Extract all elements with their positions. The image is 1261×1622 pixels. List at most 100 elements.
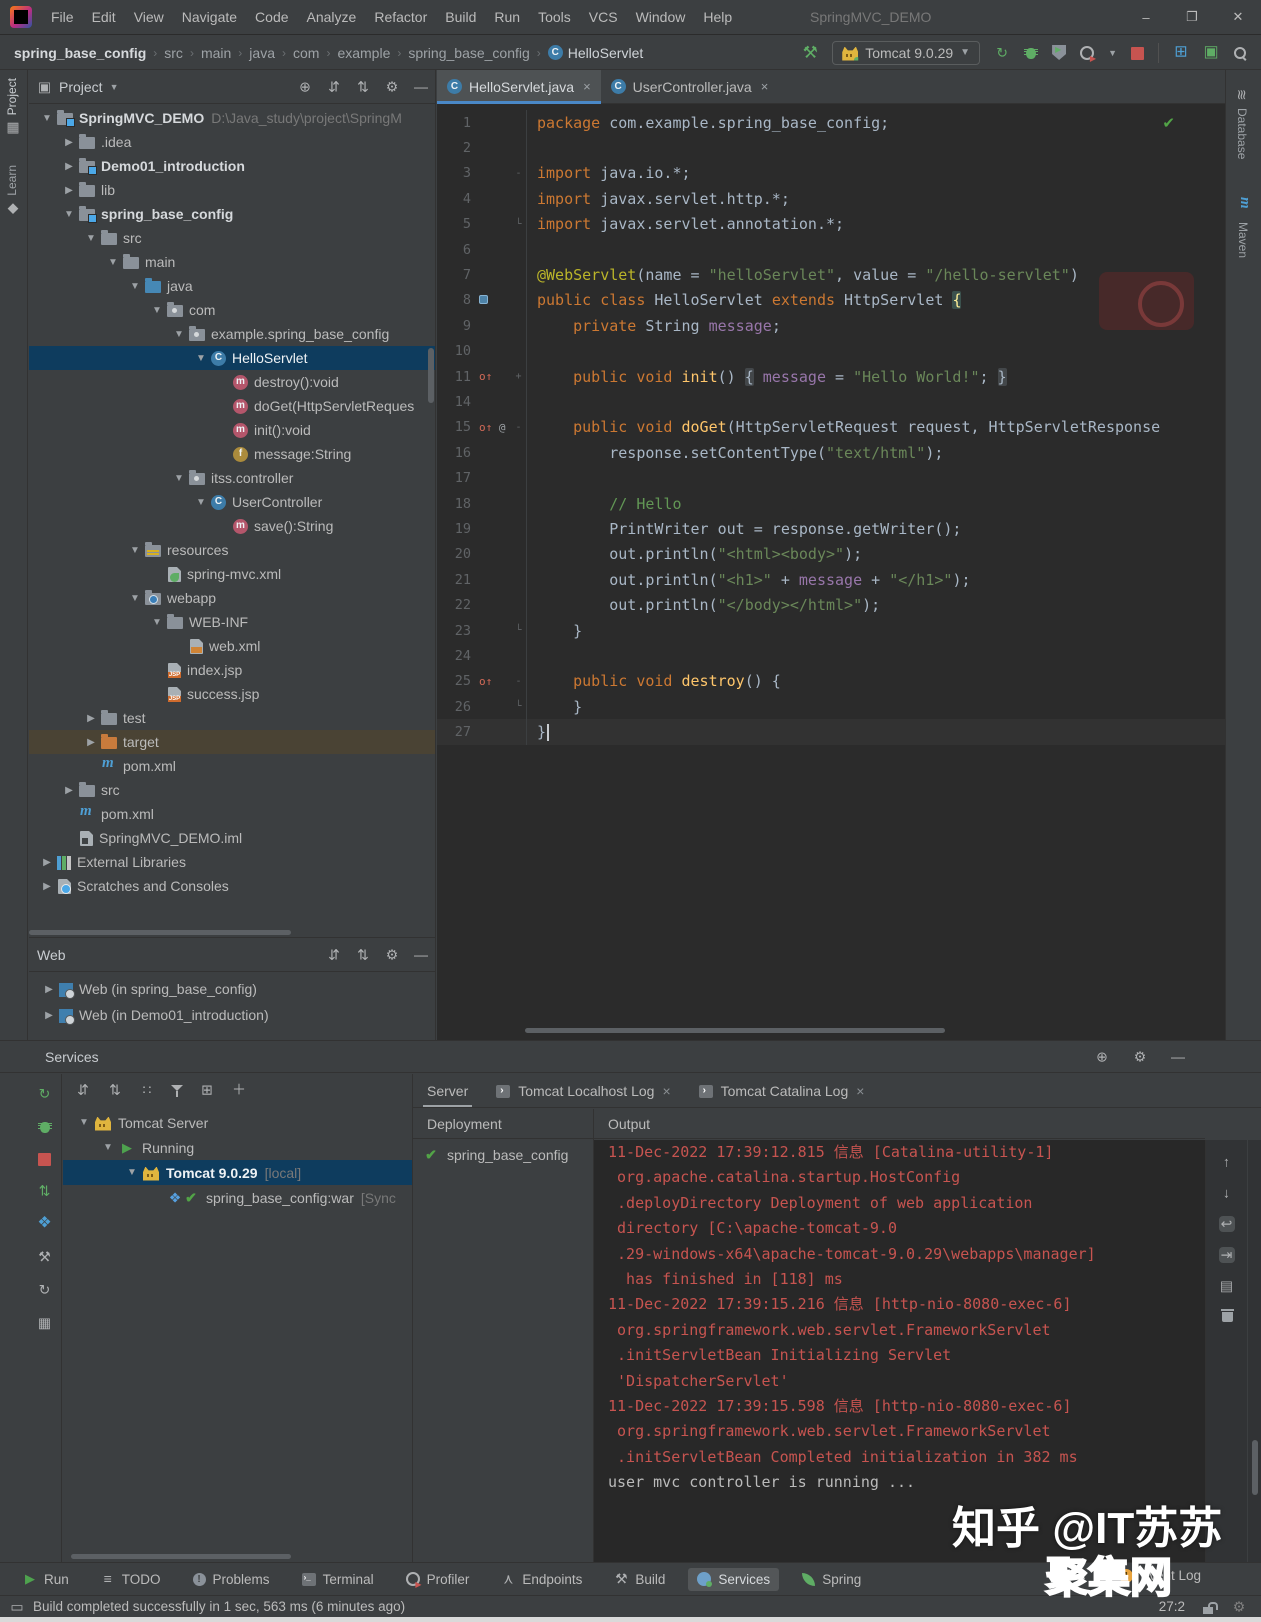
chevron-down-icon[interactable]: ▼ xyxy=(103,257,123,268)
chevron-down-icon[interactable]: ▼ xyxy=(169,329,189,340)
services-tab[interactable]: Tomcat Localhost Log× xyxy=(482,1074,684,1107)
locate-icon[interactable] xyxy=(297,79,313,95)
tree-item[interactable]: ▼WEB-INF xyxy=(29,610,435,634)
web-facet-item[interactable]: ▶Web (in Demo01_introduction) xyxy=(29,1002,435,1028)
menu-view[interactable]: View xyxy=(125,9,173,25)
chevron-right-icon[interactable]: ▶ xyxy=(81,713,101,724)
code-line[interactable]: 15o↑ @- public void doGet(HttpServletReq… xyxy=(437,415,1225,440)
tree-item[interactable]: ▼example.spring_base_config xyxy=(29,322,435,346)
code-line[interactable]: 22 out.println("</body></html>"); xyxy=(437,592,1225,617)
editor-tab[interactable]: UserController.java× xyxy=(601,70,779,103)
code-line[interactable]: 18 // Hello xyxy=(437,491,1225,516)
gutter-marker[interactable]: o↑ @ xyxy=(471,421,511,434)
toolwindow-button-build[interactable]: Build xyxy=(605,1568,674,1591)
code-line[interactable]: 17 xyxy=(437,465,1225,490)
toolwindow-button-services[interactable]: Services xyxy=(688,1568,779,1591)
collapse-all-icon[interactable] xyxy=(107,1082,123,1098)
expand-all-icon[interactable] xyxy=(326,79,342,95)
tool-stripe-maven[interactable]: Maven xyxy=(1235,200,1251,258)
tree-item[interactable]: ▼UserController xyxy=(29,490,435,514)
debug-icon[interactable] xyxy=(1024,45,1038,61)
hide-icon[interactable] xyxy=(413,947,429,963)
chevron-down-icon[interactable]: ▼ xyxy=(169,473,189,484)
tree-item[interactable]: pom.xml xyxy=(29,802,435,826)
chevron-right-icon[interactable]: ▶ xyxy=(37,881,57,892)
editor-tab[interactable]: HelloServlet.java× xyxy=(437,70,601,103)
menu-tools[interactable]: Tools xyxy=(529,9,580,25)
profiler-icon[interactable] xyxy=(1080,46,1094,60)
filter-icon[interactable] xyxy=(171,1083,183,1097)
code-line[interactable]: 26└ } xyxy=(437,694,1225,719)
chevron-down-icon[interactable]: ▼ xyxy=(147,617,167,628)
breadcrumb-segment[interactable]: example xyxy=(337,45,390,61)
code-line[interactable]: 5└import javax.servlet.annotation.*; xyxy=(437,212,1225,237)
chevron-down-icon[interactable]: ▼ xyxy=(191,497,211,508)
menu-refactor[interactable]: Refactor xyxy=(365,9,436,25)
menu-analyze[interactable]: Analyze xyxy=(298,9,366,25)
collapse-all-icon[interactable] xyxy=(355,947,371,963)
toolwindow-button-run[interactable]: Run xyxy=(14,1568,78,1591)
tool-stripe-project[interactable]: Project xyxy=(5,78,19,135)
chevron-down-icon[interactable]: ▼ xyxy=(125,593,145,604)
chevron-right-icon[interactable]: ▶ xyxy=(81,737,101,748)
tree-item[interactable]: ▼resources xyxy=(29,538,435,562)
chevron-down-icon[interactable]: ▼ xyxy=(37,113,57,124)
project-panel-title[interactable]: Project ▼ xyxy=(37,79,119,95)
chevron-right-icon[interactable]: ▶ xyxy=(37,857,57,868)
run-configuration-select[interactable]: Tomcat 9.0.29 ▼ xyxy=(832,41,980,65)
services-tab[interactable]: Server xyxy=(413,1074,482,1107)
chevron-right-icon[interactable]: ▶ xyxy=(39,1010,59,1021)
code-line[interactable]: 14 xyxy=(437,389,1225,414)
tree-item[interactable]: save():String xyxy=(29,514,435,538)
fold-marker[interactable]: └ xyxy=(511,694,527,719)
inspections-ok-icon[interactable]: ✔ xyxy=(1162,114,1175,132)
services-tree-item[interactable]: spring_base_config:war[Sync xyxy=(63,1185,412,1210)
services-tab[interactable]: Tomcat Catalina Log× xyxy=(685,1074,879,1107)
chevron-down-icon[interactable]: ▼ xyxy=(191,353,211,364)
close-icon[interactable]: × xyxy=(583,79,591,94)
chevron-down-icon[interactable]: ▼ xyxy=(73,1117,95,1128)
tree-item[interactable]: ▼SpringMVC_DEMOD:\Java_study\project\Spr… xyxy=(29,106,435,130)
deploy-icon[interactable] xyxy=(37,1183,53,1199)
menu-build[interactable]: Build xyxy=(436,9,485,25)
web-facet-item[interactable]: ▶Web (in spring_base_config) xyxy=(29,976,435,1002)
tree-item[interactable]: ▶src xyxy=(29,778,435,802)
class-gutter-icon[interactable] xyxy=(479,295,488,304)
close-icon[interactable]: × xyxy=(662,1083,670,1099)
editor-hscrollbar[interactable] xyxy=(525,1028,945,1033)
tree-item[interactable]: ▼main xyxy=(29,250,435,274)
project-hscrollbar[interactable] xyxy=(29,930,291,935)
breadcrumb-segment[interactable]: java xyxy=(249,45,275,61)
code-line[interactable]: 10 xyxy=(437,339,1225,364)
tree-item[interactable]: ▶Scratches and Consoles xyxy=(29,874,435,898)
code-line[interactable]: 24 xyxy=(437,643,1225,668)
hide-icon[interactable] xyxy=(413,79,429,95)
menu-window[interactable]: Window xyxy=(627,9,695,25)
code-line[interactable]: 19 PrintWriter out = response.getWriter(… xyxy=(437,516,1225,541)
chevron-down-icon[interactable]: ▼ xyxy=(81,233,101,244)
toolwindow-button-problems[interactable]: Problems xyxy=(184,1568,279,1591)
chevron-right-icon[interactable]: ▶ xyxy=(59,137,79,148)
maximize-button[interactable]: ❐ xyxy=(1169,0,1215,34)
close-button[interactable]: ✕ xyxy=(1215,0,1261,34)
project-vscrollbar[interactable] xyxy=(428,348,434,403)
tree-item[interactable]: destroy():void xyxy=(29,370,435,394)
expand-all-icon[interactable] xyxy=(75,1082,91,1098)
print-icon[interactable] xyxy=(1219,1278,1235,1294)
scroll-to-end-icon[interactable] xyxy=(1219,1247,1235,1263)
close-icon[interactable]: × xyxy=(761,79,769,94)
tree-item[interactable]: success.jsp xyxy=(29,682,435,706)
menu-help[interactable]: Help xyxy=(694,9,741,25)
breadcrumb-segment[interactable]: com xyxy=(293,45,319,61)
scroll-up-icon[interactable] xyxy=(1219,1154,1235,1170)
services-tree-item[interactable]: ▼Tomcat 9.0.29[local] xyxy=(63,1160,412,1185)
fold-marker[interactable]: - xyxy=(511,161,527,186)
settings-icon[interactable] xyxy=(384,79,400,95)
code-line[interactable]: 11o↑+ public void init() { message = "He… xyxy=(437,364,1225,389)
refresh-icon[interactable] xyxy=(37,1282,53,1298)
tree-item[interactable]: message:String xyxy=(29,442,435,466)
add-frame-icon[interactable] xyxy=(199,1082,215,1098)
breadcrumb-segment[interactable]: main xyxy=(201,45,231,61)
settings-icon[interactable] xyxy=(1132,1049,1148,1065)
close-icon[interactable]: × xyxy=(856,1083,864,1099)
